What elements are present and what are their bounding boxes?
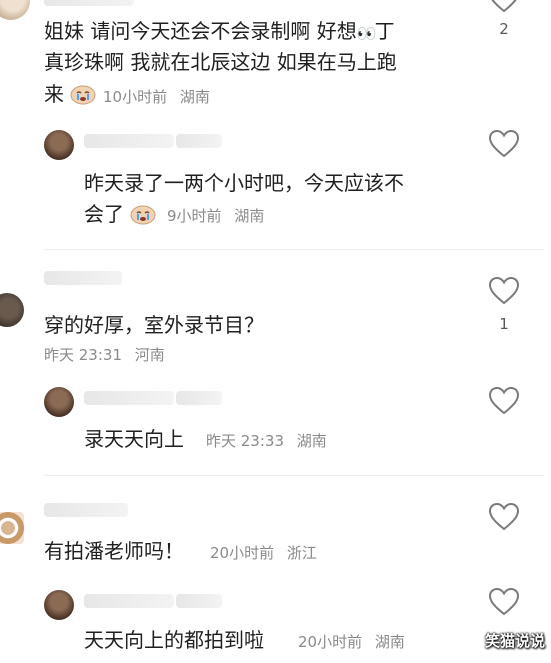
reply-location: 湖南 [234, 207, 265, 225]
like-count: 1 [499, 315, 509, 333]
author-badge-blurred [176, 134, 222, 148]
author-badge-blurred [176, 594, 222, 608]
heart-outline-icon [488, 386, 520, 415]
reply-meta: 20小时前 湖南 [298, 631, 405, 652]
username-blurred[interactable] [84, 594, 174, 608]
like-button[interactable] [488, 502, 520, 532]
comment-text-line: 姐妹 请问今天还会不会录制啊 好想 [44, 19, 357, 43]
comment-time: 昨天 23:31 [44, 346, 122, 364]
reply-meta: 9小时前 湖南 [167, 205, 264, 226]
comment-time: 10小时前 [103, 88, 168, 106]
like-button[interactable] [488, 276, 520, 306]
comment-text-line: 丁 [374, 19, 395, 43]
comment-location: 湖南 [179, 88, 210, 106]
comment-text-line: 来 [44, 82, 64, 106]
heart-outline-icon [491, 0, 517, 13]
avatar[interactable] [44, 590, 74, 620]
divider [44, 475, 544, 476]
avatar[interactable] [0, 0, 30, 20]
heart-outline-icon [488, 587, 520, 616]
like-button[interactable] [488, 129, 520, 159]
eyes-emoji-icon: 👀 [356, 24, 377, 43]
comment-time: 20小时前 [210, 544, 275, 562]
like-button[interactable] [488, 386, 520, 416]
reply-text: 录天天向上 [84, 427, 184, 451]
author-badge-blurred [176, 391, 222, 405]
comment-location: 浙江 [286, 544, 317, 562]
reply-location: 湖南 [374, 633, 405, 651]
like-button[interactable] [488, 0, 520, 14]
avatar[interactable] [44, 130, 74, 160]
avatar[interactable] [0, 293, 24, 327]
crying-face-emoji-icon [130, 205, 156, 225]
comment-text-line: 真珍珠啊 我就在北辰这边 如果在马上跑 [44, 50, 397, 74]
comment-text: 穿的好厚，室外录节目？ [44, 313, 264, 337]
heart-outline-icon [488, 502, 520, 531]
reply-text: 天天向上的都拍到啦 [84, 628, 264, 652]
username-blurred[interactable] [44, 503, 128, 517]
avatar[interactable] [0, 512, 24, 544]
username-blurred[interactable] [84, 391, 174, 405]
reply-text: 会了 [84, 199, 156, 229]
comment-text: 来 [44, 79, 96, 109]
crying-face-emoji-icon [70, 85, 96, 105]
avatar[interactable] [44, 387, 74, 417]
heart-outline-icon [488, 276, 520, 305]
heart-outline-icon [488, 129, 520, 158]
reply-time: 20小时前 [298, 633, 363, 651]
like-count: 2 [499, 20, 509, 38]
username-blurred[interactable] [44, 271, 122, 285]
reply-text-line: 昨天录了一两个小时吧，今天应该不 [84, 171, 404, 195]
reply-location: 湖南 [296, 432, 327, 450]
comment-text: 有拍潘老师吗！ [44, 539, 184, 563]
comment-location: 河南 [134, 346, 165, 364]
comment-meta: 20小时前 浙江 [210, 542, 317, 563]
like-button[interactable] [488, 587, 520, 617]
username-blurred[interactable] [84, 134, 174, 148]
comment-meta: 10小时前 湖南 [103, 86, 210, 107]
divider [44, 249, 544, 250]
reply-text-line: 会了 [84, 202, 124, 226]
reply-time: 9小时前 [167, 207, 222, 225]
reply-meta: 昨天 23:33 湖南 [206, 430, 327, 451]
reply-time: 昨天 23:33 [206, 432, 284, 450]
username-blurred[interactable] [44, 0, 134, 6]
comment-meta: 昨天 23:31 河南 [44, 344, 165, 365]
comment-text: 姐妹 请问今天还会不会录制啊 好想👀丁 [44, 16, 395, 49]
watermark: 笑猫说说 [484, 632, 545, 650]
